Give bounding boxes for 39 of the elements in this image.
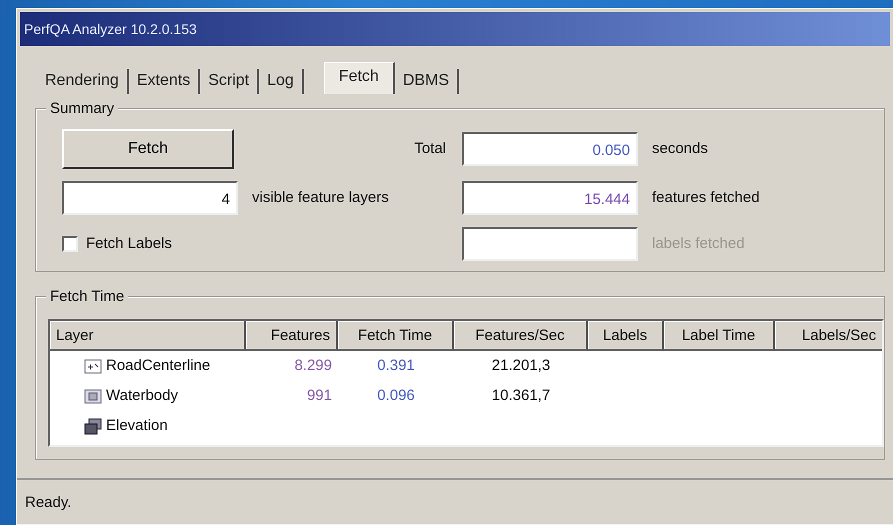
tab[interactable]: Extents	[128, 68, 200, 94]
checkbox-label: Fetch Labels	[86, 234, 172, 254]
total-field[interactable]: 0.050	[462, 132, 638, 166]
layer-name: Waterbody	[106, 386, 178, 406]
layers-label: visible feature layers	[251, 188, 390, 208]
tab[interactable]: Script	[200, 68, 260, 94]
column-header[interactable]: Features/Sec	[454, 321, 588, 351]
unit-label: seconds	[651, 138, 709, 159]
features-label: features fetched	[651, 188, 761, 208]
line-layer-icon	[84, 358, 102, 374]
layer-name: Elevation	[106, 416, 168, 436]
raster-layer-icon	[84, 418, 102, 434]
checkbox[interactable]	[62, 236, 78, 252]
layer-name: RoadCenterline	[106, 356, 210, 376]
column-header[interactable]: Features	[246, 321, 338, 351]
layers-field[interactable]: 4	[62, 181, 238, 215]
window-title: PerfQA Analyzer 10.2.0.153	[24, 20, 197, 39]
tab[interactable]: Log	[259, 68, 304, 94]
labels-field[interactable]	[462, 227, 638, 261]
table-cell: 8.299	[294, 356, 332, 374]
column-header[interactable]: Label Time	[664, 321, 775, 351]
fetch-button[interactable]: Fetch	[62, 129, 234, 169]
column-header[interactable]: Labels/Sec	[775, 321, 882, 351]
polygon-layer-icon	[84, 388, 102, 404]
column-header[interactable]: Layer	[50, 321, 246, 351]
status-text: Ready.	[17, 478, 893, 524]
table-cell: 0.096	[377, 386, 415, 404]
labels-label: labels fetched	[651, 234, 746, 254]
column-header[interactable]: Labels	[588, 321, 664, 351]
table-cell: 0.391	[377, 356, 415, 374]
tab[interactable]: Rendering	[37, 68, 129, 94]
features-field[interactable]: 15.444	[462, 181, 638, 215]
table-cell: 21.201,3	[492, 356, 550, 374]
column-header[interactable]: Fetch Time	[338, 321, 454, 351]
table-cell: 991	[306, 386, 332, 404]
total-label: Total	[413, 138, 447, 159]
table-cell: 10.361,7	[492, 386, 550, 404]
tab[interactable]: DBMS	[394, 68, 460, 94]
tab[interactable]: Fetch	[324, 62, 395, 94]
